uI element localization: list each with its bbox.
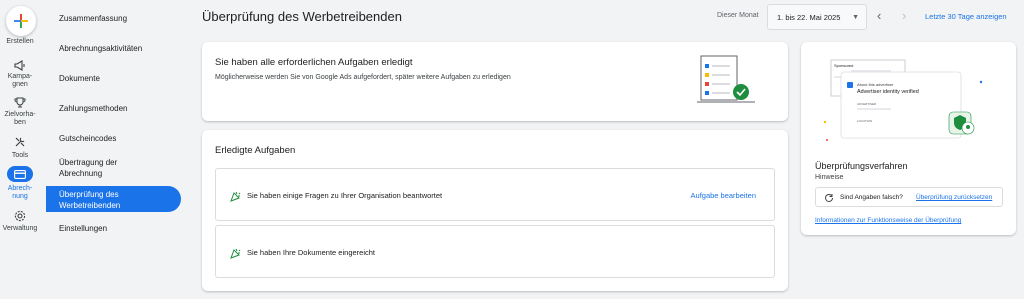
date-range-value: 1. bis 22. Mai 2025 — [777, 13, 841, 22]
megaphone-icon[interactable] — [12, 58, 28, 72]
subnav-payment-methods[interactable]: Zahlungsmethoden — [46, 103, 181, 114]
wrong-info-question: Sind Angaben falsch? — [840, 194, 903, 201]
last-30-days-link[interactable]: Letzte 30 Tage anzeigen — [925, 12, 1007, 21]
create-button[interactable] — [6, 6, 36, 36]
task-text: Sie haben Ihre Dokumente eingereicht — [247, 248, 375, 257]
rail-item-campaigns-label[interactable]: Kampa- gnen — [0, 73, 40, 89]
reset-verification-box: Sind Angaben falsch? Überprüfung zurücks… — [815, 187, 1003, 207]
task-text: Sie haben einige Fragen zu Ihrer Organis… — [247, 191, 443, 200]
tasks-done-card: Sie haben alle erforderlichen Aufgaben e… — [202, 42, 788, 121]
subnav-settings[interactable]: Einstellungen — [46, 223, 181, 234]
tasks-done-subtitle: Möglicherweise werden Sie von Google Ads… — [215, 74, 511, 81]
checklist-illustration — [697, 55, 755, 103]
caret-down-icon: ▼ — [852, 14, 859, 21]
sponsored-text: Sponsored — [834, 63, 853, 68]
trophy-icon[interactable] — [12, 95, 28, 109]
how-verification-works-link[interactable]: Informationen zur Funktionsweise der Übe… — [815, 217, 961, 224]
credit-card-icon[interactable] — [7, 166, 33, 182]
completed-tasks-title: Erledigte Aufgaben — [215, 145, 296, 156]
verified-advertiser-illustration: Sponsored About this advertiser Advertis… — [823, 59, 983, 141]
celebration-icon — [230, 191, 241, 202]
tools-icon[interactable] — [12, 135, 28, 149]
date-range-select[interactable]: 1. bis 22. Mai 2025 ▼ — [767, 4, 867, 30]
verified-text: Advertiser identity verified — [857, 89, 919, 95]
rail-item-goals-label[interactable]: Zielvorha- ben — [0, 111, 40, 127]
celebration-icon — [230, 248, 241, 259]
refresh-icon — [825, 193, 833, 202]
task-row: Sie haben Ihre Dokumente eingereicht — [215, 225, 775, 278]
settings-icon[interactable] — [12, 209, 28, 223]
chevron-right-icon[interactable]: › — [902, 8, 906, 23]
location-caps-text: LOCATION — [857, 119, 872, 123]
subnav-billing-transfer[interactable]: Übertragung der Abrechnung — [46, 157, 156, 179]
verification-process-card: Sponsored About this advertiser Advertis… — [801, 42, 1016, 235]
subnav-documents[interactable]: Dokumente — [46, 73, 181, 84]
edit-task-link[interactable]: Aufgabe bearbeiten — [691, 191, 756, 200]
process-title: Überprüfungsverfahren — [815, 161, 908, 171]
month-label: Dieser Monat — [717, 12, 759, 19]
rail-item-tools-label[interactable]: Tools — [0, 152, 40, 160]
rail-item-billing-label[interactable]: Abrech- nung — [0, 185, 40, 201]
create-label: Erstellen — [6, 38, 34, 45]
subnav-summary[interactable]: Zusammenfassung — [46, 13, 181, 24]
process-subtitle: Hinweise — [815, 174, 844, 181]
task-row: Sie haben einige Fragen zu Ihrer Organis… — [215, 168, 775, 221]
page-title: Überprüfung des Werbetreibenden — [202, 9, 402, 24]
subnav-advertiser-verification[interactable]: Überprüfung des Werbetreibenden — [46, 186, 181, 212]
completed-tasks-card: Erledigte Aufgaben Sie haben einige Frag… — [202, 130, 788, 291]
chevron-left-icon[interactable]: ‹ — [877, 8, 881, 23]
subnav-billing-activity[interactable]: Abrechnungsaktivitäten — [46, 43, 181, 54]
about-advertiser-text: About this advertiser — [857, 82, 894, 87]
advertiser-caps-text: ADVERTISER — [857, 102, 877, 106]
subnav-advertiser-verification-label: Überprüfung des Werbetreibenden — [59, 190, 121, 210]
plus-icon — [14, 14, 28, 28]
left-rail: Erstellen Kampa- gnen Zielvorha- ben Too… — [0, 0, 40, 299]
subnav-promo-codes[interactable]: Gutscheincodes — [46, 133, 181, 144]
tasks-done-title: Sie haben alle erforderlichen Aufgaben e… — [215, 57, 413, 68]
rail-item-admin-label[interactable]: Verwaltung — [0, 225, 40, 233]
reset-verification-link[interactable]: Überprüfung zurücksetzen — [916, 194, 992, 201]
